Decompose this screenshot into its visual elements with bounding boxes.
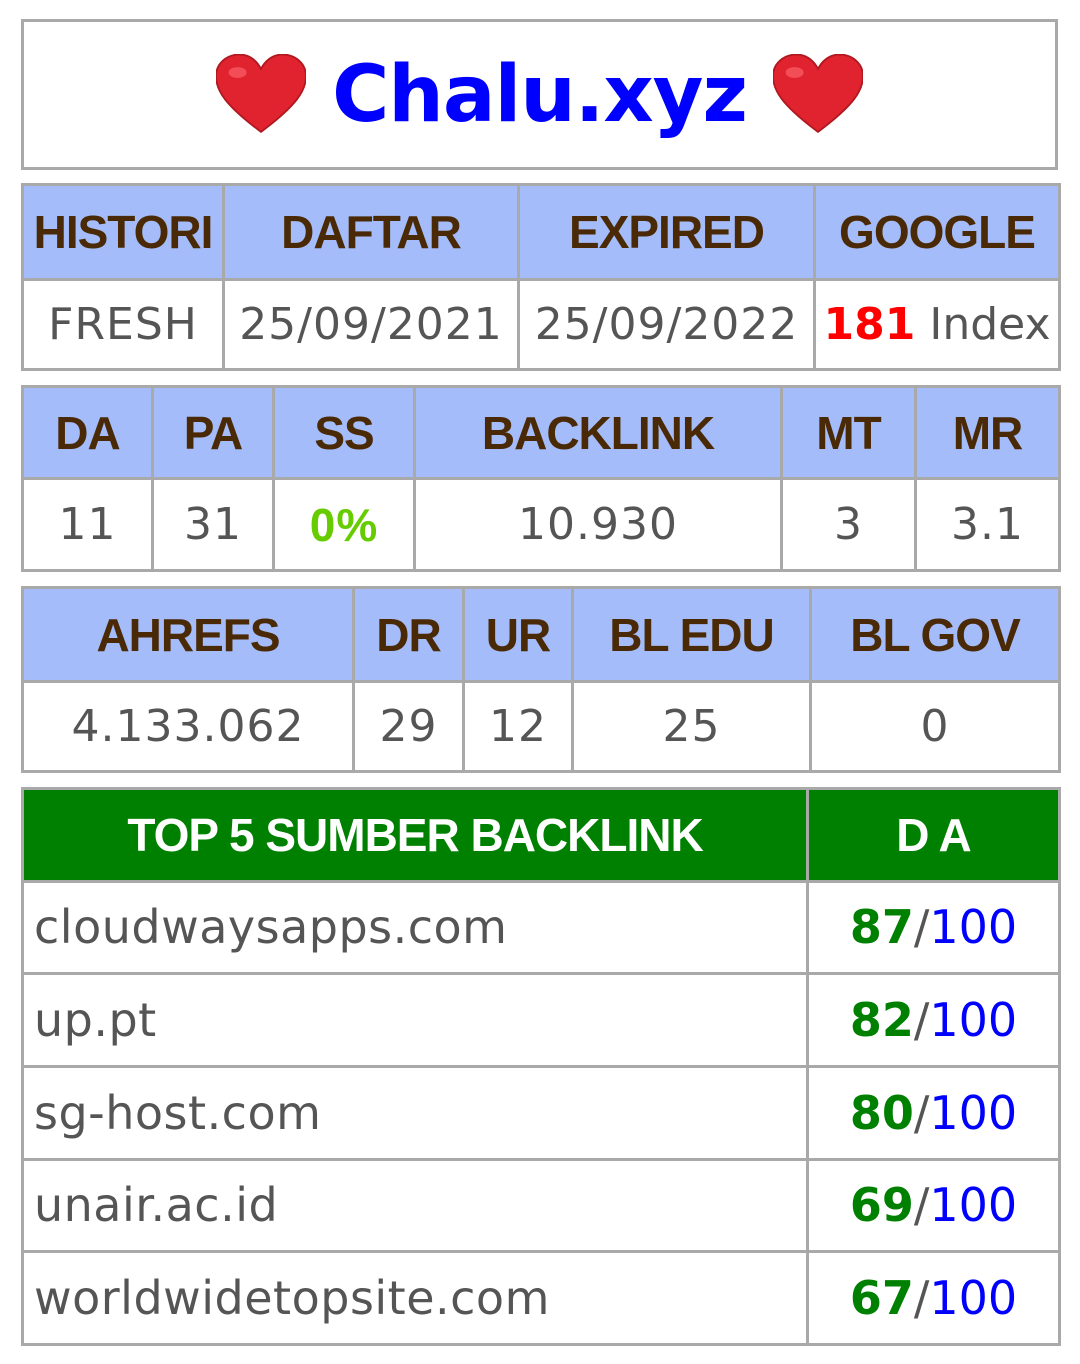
da-score: 67 bbox=[849, 1271, 914, 1326]
backlink-site: sg-host.com bbox=[21, 1064, 809, 1161]
header-backlink: BACKLINK bbox=[413, 385, 783, 480]
header-mr: MR bbox=[914, 385, 1061, 480]
mr-value: 3.1 bbox=[914, 477, 1061, 572]
heart-icon bbox=[216, 53, 307, 133]
backlink-site: worldwidetopsite.com bbox=[21, 1250, 809, 1346]
header-histori: HISTORI bbox=[21, 183, 225, 281]
header-ur: UR bbox=[462, 585, 574, 684]
backlink-da: 67/100 bbox=[806, 1250, 1061, 1346]
header-expired: EXPIRED bbox=[517, 183, 816, 281]
heart-icon bbox=[772, 53, 863, 133]
table-row: worldwidetopsite.com 67/100 bbox=[21, 1250, 1061, 1346]
bl-gov-value: 0 bbox=[809, 680, 1061, 773]
da-separator: / bbox=[913, 1085, 930, 1140]
header-ss: SS bbox=[272, 385, 416, 480]
table-row: up.pt 82/100 bbox=[21, 972, 1061, 1068]
da-separator: / bbox=[913, 900, 930, 955]
da-score: 69 bbox=[849, 1178, 914, 1233]
backlink-site: up.pt bbox=[21, 972, 809, 1068]
site-title-box: Chalu.xyz bbox=[21, 19, 1058, 170]
metrics-table: DA PA SS BACKLINK MT MR 11 31 0% 10.930 … bbox=[21, 385, 1061, 572]
da-max: 100 bbox=[929, 1271, 1018, 1326]
da-separator: / bbox=[913, 1271, 930, 1326]
header-bl-edu: BL EDU bbox=[571, 585, 812, 684]
header-bl-gov: BL GOV bbox=[809, 585, 1061, 684]
da-max: 100 bbox=[929, 900, 1018, 955]
header-da: DA bbox=[21, 385, 154, 480]
ss-value: 0% bbox=[272, 477, 416, 572]
bl-edu-value: 25 bbox=[571, 680, 812, 773]
ahrefs-table: AHREFS DR UR BL EDU BL GOV 4.133.062 29 … bbox=[21, 585, 1061, 773]
header-top-sources: TOP 5 SUMBER BACKLINK bbox=[21, 787, 809, 883]
mt-value: 3 bbox=[780, 477, 917, 572]
domain-info-table: HISTORI DAFTAR EXPIRED GOOGLE FRESH 25/0… bbox=[21, 183, 1061, 371]
pa-value: 31 bbox=[151, 477, 275, 572]
backlink-da: 69/100 bbox=[806, 1157, 1061, 1254]
google-index-label: Index bbox=[929, 299, 1051, 350]
expired-date: 25/09/2022 bbox=[517, 278, 816, 371]
da-separator: / bbox=[913, 993, 930, 1048]
page: Chalu.xyz HISTORI DAFTAR EXPIRED GOOGLE … bbox=[0, 0, 1080, 1364]
backlink-site: cloudwaysapps.com bbox=[21, 879, 809, 976]
site-title: Chalu.xyz bbox=[332, 49, 748, 140]
da-max: 100 bbox=[929, 1085, 1018, 1140]
da-value: 11 bbox=[21, 477, 154, 572]
header-pa: PA bbox=[151, 385, 275, 480]
google-index: 181 Index bbox=[813, 278, 1061, 371]
histori-value: FRESH bbox=[21, 278, 225, 371]
ur-value: 12 bbox=[462, 680, 574, 773]
backlink-value: 10.930 bbox=[413, 477, 783, 572]
header-dr: DR bbox=[352, 585, 465, 684]
header-daftar: DAFTAR bbox=[222, 183, 520, 281]
header-mt: MT bbox=[780, 385, 917, 480]
table-row: cloudwaysapps.com 87/100 bbox=[21, 879, 1061, 976]
google-index-count: 181 bbox=[823, 299, 916, 350]
daftar-date: 25/09/2021 bbox=[222, 278, 520, 371]
header-da-score: D A bbox=[806, 787, 1061, 883]
da-max: 100 bbox=[929, 993, 1018, 1048]
da-score: 87 bbox=[849, 900, 914, 955]
da-max: 100 bbox=[929, 1178, 1018, 1233]
table-row: unair.ac.id 69/100 bbox=[21, 1157, 1061, 1254]
top-backlinks-table: TOP 5 SUMBER BACKLINK D A cloudwaysapps.… bbox=[21, 787, 1061, 1346]
ahrefs-value: 4.133.062 bbox=[21, 680, 355, 773]
header-google: GOOGLE bbox=[813, 183, 1061, 281]
header-ahrefs: AHREFS bbox=[21, 585, 355, 684]
dr-value: 29 bbox=[352, 680, 465, 773]
backlink-da: 82/100 bbox=[806, 972, 1061, 1068]
table-row: sg-host.com 80/100 bbox=[21, 1064, 1061, 1161]
da-separator: / bbox=[913, 1178, 930, 1233]
da-score: 80 bbox=[849, 1085, 914, 1140]
backlink-da: 80/100 bbox=[806, 1064, 1061, 1161]
backlink-da: 87/100 bbox=[806, 879, 1061, 976]
backlink-site: unair.ac.id bbox=[21, 1157, 809, 1254]
da-score: 82 bbox=[849, 993, 914, 1048]
